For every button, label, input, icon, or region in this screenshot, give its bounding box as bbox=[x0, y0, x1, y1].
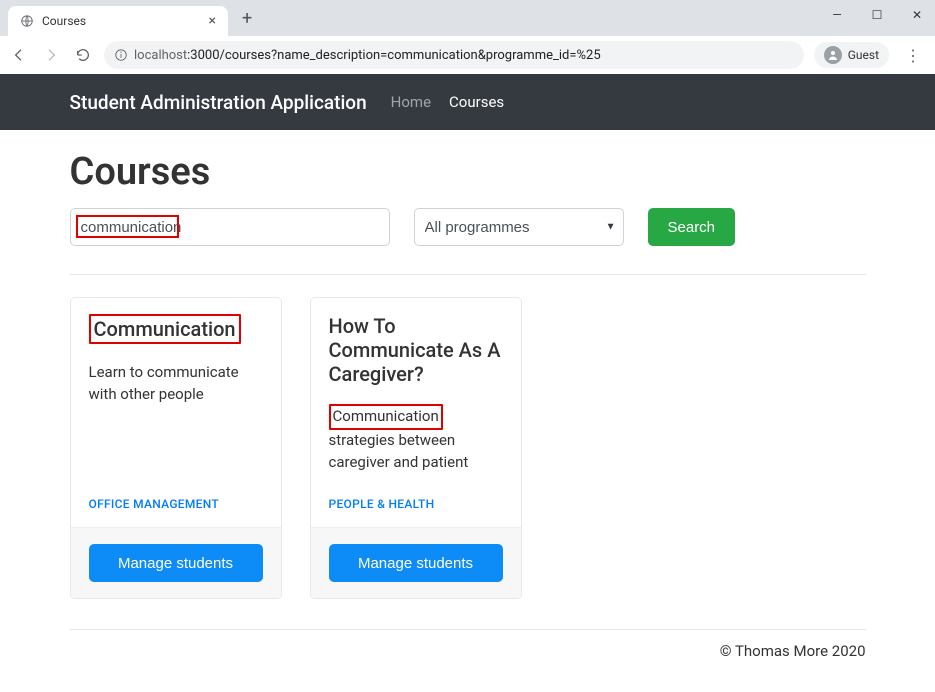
card-footer: Manage students bbox=[311, 527, 521, 598]
guest-label: Guest bbox=[848, 48, 879, 62]
globe-icon bbox=[20, 14, 34, 28]
info-icon bbox=[114, 48, 128, 62]
tab-bar: Courses × + — ☐ ✕ bbox=[0, 0, 935, 36]
search-row: All programmes ▼ Search bbox=[70, 208, 866, 246]
page-container: Courses All programmes ▼ Search Communic… bbox=[58, 130, 878, 692]
course-card: Communication Learn to communicate with … bbox=[70, 297, 282, 599]
address-bar: localhost:3000/courses?name_description=… bbox=[0, 36, 935, 74]
programme-select-wrap: All programmes ▼ bbox=[414, 208, 624, 246]
maximize-icon[interactable]: ☐ bbox=[863, 4, 891, 26]
card-footer: Manage students bbox=[71, 527, 281, 598]
minimize-icon[interactable]: — bbox=[823, 4, 851, 26]
brand[interactable]: Student Administration Application bbox=[70, 91, 367, 114]
search-input[interactable] bbox=[70, 208, 390, 246]
browser-chrome: Courses × + — ☐ ✕ localhost:3000/courses… bbox=[0, 0, 935, 74]
tab-title: Courses bbox=[42, 14, 86, 28]
nav-link-home[interactable]: Home bbox=[391, 93, 431, 111]
search-button[interactable]: Search bbox=[648, 208, 736, 246]
manage-students-button[interactable]: Manage students bbox=[89, 544, 263, 582]
new-tab-button[interactable]: + bbox=[236, 6, 258, 31]
close-window-icon[interactable]: ✕ bbox=[903, 4, 931, 26]
divider bbox=[70, 274, 866, 275]
course-title: How To Communicate As A Caregiver? bbox=[329, 314, 503, 386]
forward-button[interactable] bbox=[40, 44, 62, 66]
url-box[interactable]: localhost:3000/courses?name_description=… bbox=[104, 41, 804, 69]
browser-menu-icon[interactable]: ⋮ bbox=[899, 46, 927, 65]
manage-students-button[interactable]: Manage students bbox=[329, 544, 503, 582]
nav-link-courses[interactable]: Courses bbox=[449, 93, 504, 111]
programme-select[interactable]: All programmes bbox=[414, 208, 624, 246]
course-tag[interactable]: PEOPLE & HEALTH bbox=[329, 497, 503, 511]
window-controls: — ☐ ✕ bbox=[823, 4, 931, 26]
highlight-box: Communication bbox=[89, 314, 241, 344]
course-description: Communication strategies between caregiv… bbox=[329, 404, 503, 473]
guest-pill[interactable]: Guest bbox=[814, 42, 889, 68]
highlight-box: Communication bbox=[329, 404, 443, 430]
course-title: Communication bbox=[89, 314, 263, 344]
page-title: Courses bbox=[70, 150, 866, 194]
course-tag[interactable]: OFFICE MANAGEMENT bbox=[89, 497, 263, 511]
url-host: localhost bbox=[134, 48, 187, 63]
back-button[interactable] bbox=[8, 44, 30, 66]
browser-tab[interactable]: Courses × bbox=[8, 6, 228, 36]
app-navbar: Student Administration Application Home … bbox=[0, 74, 935, 130]
reload-button[interactable] bbox=[72, 44, 94, 66]
course-description: Learn to communicate with other people bbox=[89, 362, 263, 406]
course-card: How To Communicate As A Caregiver? Commu… bbox=[310, 297, 522, 599]
close-tab-icon[interactable]: × bbox=[209, 13, 216, 29]
url-path: :3000/courses?name_description=communica… bbox=[187, 48, 600, 63]
cards-row: Communication Learn to communicate with … bbox=[70, 297, 866, 599]
search-input-wrap bbox=[70, 208, 390, 246]
avatar-icon bbox=[824, 46, 842, 64]
